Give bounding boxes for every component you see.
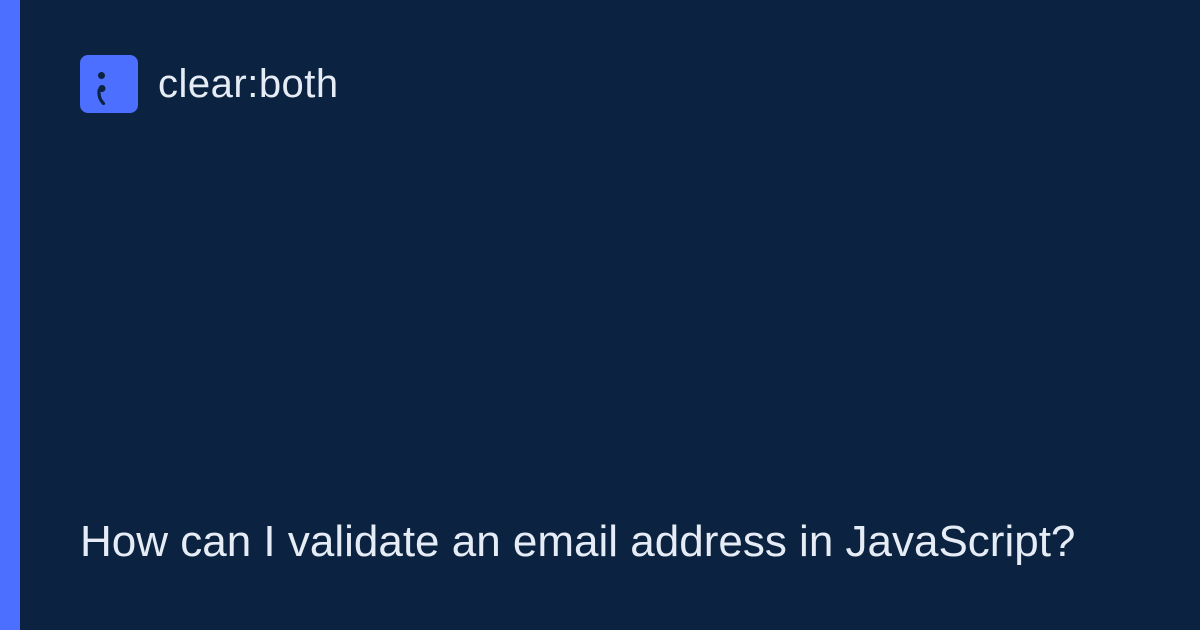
brand: clear:both (80, 55, 1140, 113)
logo-box (80, 55, 138, 113)
content-area: clear:both How can I validate an email a… (20, 0, 1200, 630)
page-title: How can I validate an email address in J… (80, 513, 1080, 570)
brand-name: clear:both (158, 62, 339, 107)
semicolon-dot (98, 72, 105, 79)
semicolon-comma (95, 85, 107, 103)
accent-bar (0, 0, 20, 630)
semicolon-icon (80, 55, 138, 113)
